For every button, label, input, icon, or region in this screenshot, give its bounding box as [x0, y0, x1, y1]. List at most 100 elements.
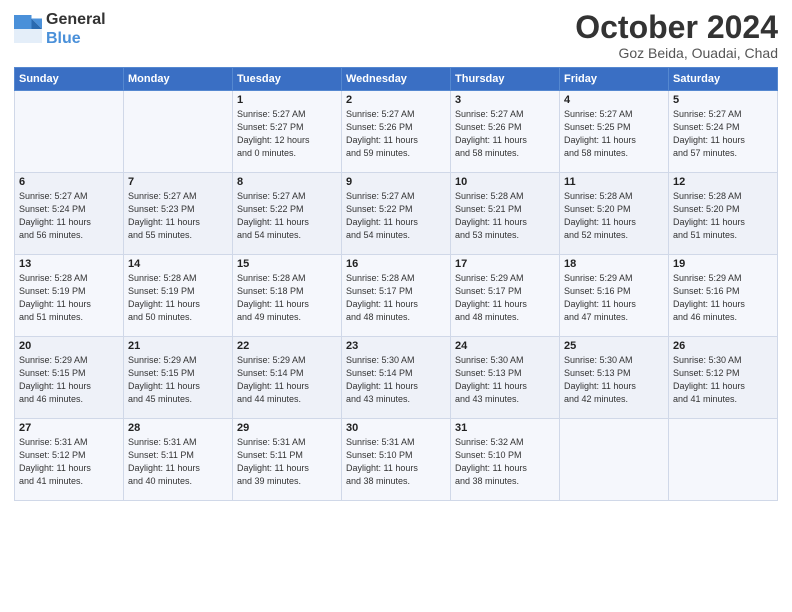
calendar-cell: 18 Sunrise: 5:29 AM Sunset: 5:16 PM Dayli… — [560, 255, 669, 337]
day-number: 17 — [455, 258, 555, 270]
weekday-header-wednesday: Wednesday — [342, 68, 451, 91]
page: General Blue October 2024 Goz Beida, Oua… — [0, 0, 792, 612]
day-info: Sunrise: 5:29 AM Sunset: 5:16 PM Dayligh… — [673, 272, 773, 324]
day-info: Sunrise: 5:29 AM Sunset: 5:17 PM Dayligh… — [455, 272, 555, 324]
calendar-cell: 17 Sunrise: 5:29 AM Sunset: 5:17 PM Dayli… — [451, 255, 560, 337]
day-info: Sunrise: 5:30 AM Sunset: 5:14 PM Dayligh… — [346, 354, 446, 406]
day-number: 25 — [564, 340, 664, 352]
calendar-body: 1 Sunrise: 5:27 AM Sunset: 5:27 PM Daylig… — [15, 91, 778, 501]
day-info: Sunrise: 5:27 AM Sunset: 5:26 PM Dayligh… — [455, 108, 555, 160]
weekday-header-friday: Friday — [560, 68, 669, 91]
day-number: 16 — [346, 258, 446, 270]
day-info: Sunrise: 5:29 AM Sunset: 5:15 PM Dayligh… — [19, 354, 119, 406]
calendar-cell — [669, 419, 778, 501]
day-number: 26 — [673, 340, 773, 352]
day-number: 7 — [128, 176, 228, 188]
day-info: Sunrise: 5:30 AM Sunset: 5:13 PM Dayligh… — [564, 354, 664, 406]
weekday-header-sunday: Sunday — [15, 68, 124, 91]
day-info: Sunrise: 5:31 AM Sunset: 5:11 PM Dayligh… — [128, 436, 228, 488]
calendar-cell: 2 Sunrise: 5:27 AM Sunset: 5:26 PM Daylig… — [342, 91, 451, 173]
calendar-cell: 6Sunrise: 5:27 AM Sunset: 5:24 PM Daylig… — [15, 173, 124, 255]
title-block: October 2024 Goz Beida, Ouadai, Chad — [575, 10, 778, 61]
calendar-cell: 23 Sunrise: 5:30 AM Sunset: 5:14 PM Dayli… — [342, 337, 451, 419]
calendar-week-3: 13 Sunrise: 5:28 AM Sunset: 5:19 PM Dayli… — [15, 255, 778, 337]
calendar-cell: 30 Sunrise: 5:31 AM Sunset: 5:10 PM Dayli… — [342, 419, 451, 501]
day-number: 29 — [237, 422, 337, 434]
logo-text: General Blue — [46, 10, 106, 48]
day-info: Sunrise: 5:31 AM Sunset: 5:11 PM Dayligh… — [237, 436, 337, 488]
calendar-cell: 27Sunrise: 5:31 AM Sunset: 5:12 PM Dayli… — [15, 419, 124, 501]
day-info: Sunrise: 5:31 AM Sunset: 5:10 PM Dayligh… — [346, 436, 446, 488]
day-number: 2 — [346, 94, 446, 106]
calendar-cell: 20 Sunrise: 5:29 AM Sunset: 5:15 PM Dayli… — [15, 337, 124, 419]
day-number: 30 — [346, 422, 446, 434]
day-info: Sunrise: 5:28 AM Sunset: 5:19 PM Dayligh… — [19, 272, 119, 324]
day-info: Sunrise: 5:27 AM Sunset: 5:26 PM Dayligh… — [346, 108, 446, 160]
calendar-cell — [15, 91, 124, 173]
day-number: 4 — [564, 94, 664, 106]
calendar-cell: 31 Sunrise: 5:32 AM Sunset: 5:10 PM Dayli… — [451, 419, 560, 501]
day-number: 8 — [237, 176, 337, 188]
calendar-cell: 10 Sunrise: 5:28 AM Sunset: 5:21 PM Dayli… — [451, 173, 560, 255]
weekday-header-thursday: Thursday — [451, 68, 560, 91]
day-number: 6 — [19, 176, 119, 188]
calendar-cell: 16Sunrise: 5:28 AM Sunset: 5:17 PM Dayli… — [342, 255, 451, 337]
day-number: 18 — [564, 258, 664, 270]
day-info: Sunrise: 5:30 AM Sunset: 5:12 PM Dayligh… — [673, 354, 773, 406]
day-number: 12 — [673, 176, 773, 188]
day-info: Sunrise: 5:27 AM Sunset: 5:27 PM Dayligh… — [237, 108, 337, 160]
day-info: Sunrise: 5:27 AM Sunset: 5:23 PM Dayligh… — [128, 190, 228, 242]
logo-line2: Blue — [46, 29, 106, 48]
calendar-cell: 29 Sunrise: 5:31 AM Sunset: 5:11 PM Dayli… — [233, 419, 342, 501]
calendar-cell: 7 Sunrise: 5:27 AM Sunset: 5:23 PM Daylig… — [124, 173, 233, 255]
calendar-cell: 15 Sunrise: 5:28 AM Sunset: 5:18 PM Dayli… — [233, 255, 342, 337]
day-info: Sunrise: 5:27 AM Sunset: 5:25 PM Dayligh… — [564, 108, 664, 160]
calendar-cell — [560, 419, 669, 501]
calendar-week-1: 1 Sunrise: 5:27 AM Sunset: 5:27 PM Daylig… — [15, 91, 778, 173]
day-number: 24 — [455, 340, 555, 352]
day-info: Sunrise: 5:28 AM Sunset: 5:18 PM Dayligh… — [237, 272, 337, 324]
day-info: Sunrise: 5:31 AM Sunset: 5:12 PM Dayligh… — [19, 436, 119, 488]
day-number: 10 — [455, 176, 555, 188]
day-info: Sunrise: 5:30 AM Sunset: 5:13 PM Dayligh… — [455, 354, 555, 406]
calendar-week-2: 6Sunrise: 5:27 AM Sunset: 5:24 PM Daylig… — [15, 173, 778, 255]
day-number: 28 — [128, 422, 228, 434]
day-number: 5 — [673, 94, 773, 106]
day-info: Sunrise: 5:28 AM Sunset: 5:21 PM Dayligh… — [455, 190, 555, 242]
calendar-subtitle: Goz Beida, Ouadai, Chad — [575, 45, 778, 61]
calendar-cell: 1 Sunrise: 5:27 AM Sunset: 5:27 PM Daylig… — [233, 91, 342, 173]
calendar-cell — [124, 91, 233, 173]
calendar-title: October 2024 — [575, 10, 778, 45]
calendar-cell: 14 Sunrise: 5:28 AM Sunset: 5:19 PM Dayli… — [124, 255, 233, 337]
day-number: 3 — [455, 94, 555, 106]
day-number: 20 — [19, 340, 119, 352]
day-number: 11 — [564, 176, 664, 188]
day-number: 1 — [237, 94, 337, 106]
calendar-cell: 21Sunrise: 5:29 AM Sunset: 5:15 PM Dayli… — [124, 337, 233, 419]
calendar-cell: 26 Sunrise: 5:30 AM Sunset: 5:12 PM Dayli… — [669, 337, 778, 419]
day-number: 15 — [237, 258, 337, 270]
calendar-cell: 22Sunrise: 5:29 AM Sunset: 5:14 PM Dayli… — [233, 337, 342, 419]
weekday-header-monday: Monday — [124, 68, 233, 91]
day-number: 9 — [346, 176, 446, 188]
day-number: 31 — [455, 422, 555, 434]
day-info: Sunrise: 5:28 AM Sunset: 5:19 PM Dayligh… — [128, 272, 228, 324]
day-info: Sunrise: 5:29 AM Sunset: 5:16 PM Dayligh… — [564, 272, 664, 324]
calendar-table: SundayMondayTuesdayWednesdayThursdayFrid… — [14, 67, 778, 501]
day-number: 21 — [128, 340, 228, 352]
day-info: Sunrise: 5:28 AM Sunset: 5:20 PM Dayligh… — [564, 190, 664, 242]
calendar-cell: 19 Sunrise: 5:29 AM Sunset: 5:16 PM Dayli… — [669, 255, 778, 337]
day-number: 14 — [128, 258, 228, 270]
calendar-cell: 28 Sunrise: 5:31 AM Sunset: 5:11 PM Dayli… — [124, 419, 233, 501]
day-number: 23 — [346, 340, 446, 352]
day-info: Sunrise: 5:32 AM Sunset: 5:10 PM Dayligh… — [455, 436, 555, 488]
calendar-cell: 25 Sunrise: 5:30 AM Sunset: 5:13 PM Dayli… — [560, 337, 669, 419]
day-number: 19 — [673, 258, 773, 270]
logo: General Blue — [14, 10, 106, 48]
calendar-header: SundayMondayTuesdayWednesdayThursdayFrid… — [15, 68, 778, 91]
calendar-cell: 12Sunrise: 5:28 AM Sunset: 5:20 PM Dayli… — [669, 173, 778, 255]
calendar-cell: 4 Sunrise: 5:27 AM Sunset: 5:25 PM Daylig… — [560, 91, 669, 173]
day-number: 22 — [237, 340, 337, 352]
day-number: 13 — [19, 258, 119, 270]
header: General Blue October 2024 Goz Beida, Oua… — [14, 10, 778, 61]
